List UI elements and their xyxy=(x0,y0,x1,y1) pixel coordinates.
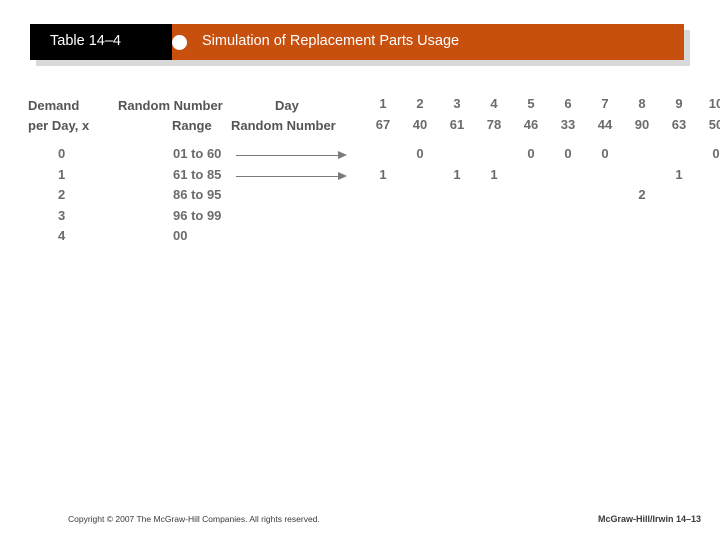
random-number-range-cell: 96 to 99 xyxy=(173,207,222,223)
simulated-demand-cell: 0 xyxy=(712,146,720,161)
simulated-demand-cell: 1 xyxy=(675,166,683,182)
title-banner-background: Table 14–4 Simulation of Replacement Par… xyxy=(30,24,684,60)
day-random-number-cell: 33 xyxy=(560,117,576,132)
simulated-demand-cell: 1 xyxy=(490,166,498,182)
header-random-line2: Range xyxy=(172,118,212,133)
day-random-number-cell: 61 xyxy=(449,117,465,132)
day-random-number-cell: 40 xyxy=(412,117,428,132)
simulated-demand-cell: 0 xyxy=(601,146,609,161)
day-number-cell: 9 xyxy=(675,96,683,111)
header-random-line1: Random Number xyxy=(118,98,223,113)
simulated-demand-cell: 2 xyxy=(638,187,646,202)
simulated-demand-cell: 0 xyxy=(527,146,535,161)
random-number-range-cell: 61 to 85 xyxy=(173,166,222,182)
copyright-notice: Copyright © 2007 The McGraw-Hill Compani… xyxy=(68,514,320,524)
day-number-cell: 4 xyxy=(490,96,498,111)
simulated-demand-cell: 1 xyxy=(453,166,461,182)
simulation-table: Demand per Day, x Random Number Range Da… xyxy=(28,90,720,250)
demand-value-cell: 2 xyxy=(58,187,66,202)
day-number-cell: 1 xyxy=(379,96,387,111)
day-number-cell: 7 xyxy=(601,96,609,111)
simulated-demand-cell: 0 xyxy=(416,146,424,161)
day-random-number-cell: 44 xyxy=(597,117,613,132)
demand-value-cell: 0 xyxy=(58,146,66,161)
header-day-random-number: Random Number xyxy=(231,118,336,133)
day-random-number-cell: 78 xyxy=(486,117,502,132)
table-number-label: Table 14–4 xyxy=(50,33,121,49)
day-random-number-cell: 90 xyxy=(634,117,650,132)
day-number-cell: 10 xyxy=(708,96,720,111)
simulated-demand-cell: 1 xyxy=(379,166,387,182)
mapping-arrow-line xyxy=(236,175,338,177)
page-title: Simulation of Replacement Parts Usage xyxy=(202,33,460,49)
header-demand-line2: per Day, x xyxy=(28,118,90,133)
source-attribution: McGraw-Hill/Irwin 14–13 xyxy=(598,514,702,524)
simulated-demand-cell: 0 xyxy=(564,146,572,161)
day-number-cell: 6 xyxy=(564,96,572,111)
demand-value-cell: 4 xyxy=(58,228,66,243)
day-number-cell: 8 xyxy=(638,96,646,111)
header-demand-line1: Demand xyxy=(28,98,80,113)
mapping-arrow-head-icon xyxy=(338,171,347,180)
bullet-dot-icon xyxy=(172,35,187,50)
day-random-number-cell: 46 xyxy=(523,117,539,132)
random-number-range-cell: 01 to 60 xyxy=(173,146,222,161)
day-random-number-cell: 63 xyxy=(671,117,687,132)
mapping-arrow-head-icon xyxy=(338,151,347,159)
random-number-range-cell: 86 to 95 xyxy=(173,187,222,202)
title-banner: Table 14–4 Simulation of Replacement Par… xyxy=(30,24,690,66)
day-number-cell: 2 xyxy=(416,96,424,111)
random-number-range-cell: 00 xyxy=(173,228,188,243)
day-random-number-cell: 50 xyxy=(708,117,720,132)
mapping-arrow-line xyxy=(236,155,338,156)
demand-value-cell: 3 xyxy=(58,207,66,223)
header-day: Day xyxy=(275,98,299,113)
demand-value-cell: 1 xyxy=(58,166,66,182)
day-number-cell: 5 xyxy=(527,96,535,111)
day-random-number-cell: 67 xyxy=(375,117,391,132)
day-number-cell: 3 xyxy=(453,96,461,111)
